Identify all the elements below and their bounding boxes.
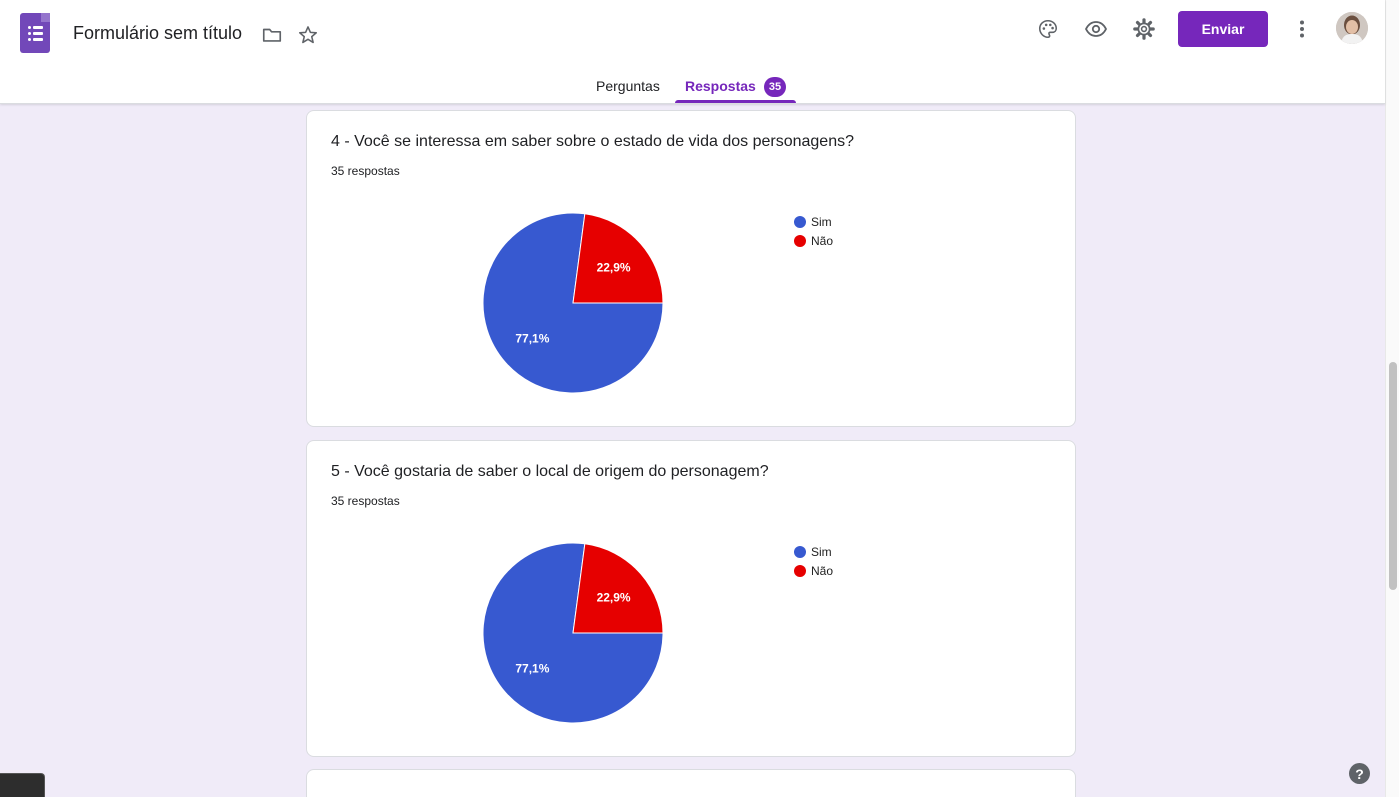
question-title: 5 - Você gostaria de saber o local de or… bbox=[331, 463, 769, 480]
question-card bbox=[306, 769, 1076, 797]
folder-icon[interactable] bbox=[260, 23, 284, 47]
pie-slice-label: 22,9% bbox=[597, 590, 631, 604]
corner-widget bbox=[0, 773, 45, 797]
star-icon[interactable] bbox=[296, 23, 320, 47]
help-button[interactable]: ? bbox=[1349, 763, 1370, 784]
legend-item[interactable]: Sim bbox=[794, 212, 833, 231]
top-bar: Formulário sem título Enviar Perguntas R… bbox=[0, 0, 1385, 104]
pie-slice-label: 77,1% bbox=[515, 332, 549, 346]
tab-questions[interactable]: Perguntas bbox=[596, 78, 660, 94]
more-vert-icon[interactable] bbox=[1290, 17, 1314, 41]
active-tab-indicator bbox=[675, 100, 796, 103]
pie-slice-não[interactable] bbox=[572, 213, 664, 304]
scrollbar-thumb[interactable] bbox=[1389, 362, 1397, 590]
legend-dot bbox=[794, 234, 806, 247]
pie-chart[interactable]: 77,1% 22,9% bbox=[482, 542, 664, 724]
forms-logo-icon[interactable] bbox=[20, 13, 50, 53]
pie-slice-label: 22,9% bbox=[597, 260, 631, 274]
legend-item[interactable]: Não bbox=[794, 231, 833, 250]
chart-legend: Sim Não bbox=[794, 542, 833, 580]
pie-slice-label: 77,1% bbox=[515, 662, 549, 676]
legend-item[interactable]: Não bbox=[794, 561, 833, 580]
eye-icon[interactable] bbox=[1084, 17, 1108, 41]
chart-legend: Sim Não bbox=[794, 212, 833, 250]
tab-responses[interactable]: Respostas bbox=[685, 78, 756, 94]
pie-chart[interactable]: 77,1% 22,9% bbox=[482, 212, 664, 394]
send-button[interactable]: Enviar bbox=[1178, 11, 1268, 47]
legend-label: Sim bbox=[811, 544, 832, 559]
question-title: 4 - Você se interessa em saber sobre o e… bbox=[331, 133, 854, 150]
legend-item[interactable]: Sim bbox=[794, 542, 833, 561]
gear-icon[interactable] bbox=[1132, 17, 1156, 41]
legend-label: Não bbox=[811, 563, 834, 578]
legend-label: Não bbox=[811, 233, 834, 248]
avatar[interactable] bbox=[1336, 12, 1368, 44]
palette-icon[interactable] bbox=[1036, 17, 1060, 41]
question-card: 4 - Você se interessa em saber sobre o e… bbox=[306, 110, 1076, 427]
legend-dot bbox=[794, 545, 806, 558]
pie-slice-não[interactable] bbox=[572, 543, 664, 634]
question-card: 5 - Você gostaria de saber o local de or… bbox=[306, 440, 1076, 757]
response-count: 35 respostas bbox=[331, 494, 400, 508]
legend-dot bbox=[794, 564, 806, 577]
legend-label: Sim bbox=[811, 214, 832, 229]
form-title[interactable]: Formulário sem título bbox=[73, 23, 242, 44]
scrollbar[interactable] bbox=[1385, 0, 1399, 797]
legend-dot bbox=[794, 215, 806, 228]
responses-count-badge: 35 bbox=[764, 77, 786, 97]
response-count: 35 respostas bbox=[331, 164, 400, 178]
